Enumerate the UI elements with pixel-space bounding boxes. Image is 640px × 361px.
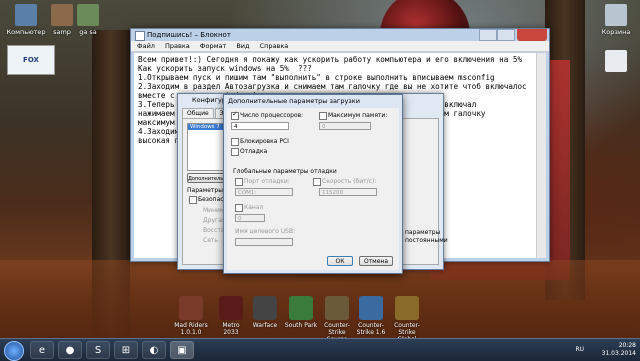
persistent-label-2: постоянными <box>405 237 448 244</box>
text-line: 1.Открываем пуск и пишим там "выполнить"… <box>138 73 495 82</box>
computer-icon <box>15 4 37 26</box>
taskbar-chrome[interactable]: ● <box>58 341 82 359</box>
global-debug-label: Глобальные параметры отладки <box>233 168 337 175</box>
notepad-menubar: Файл Правка Формат Вид Справка <box>131 41 549 52</box>
usb-target-input[interactable] <box>235 238 293 246</box>
dialog-title[interactable]: Дополнительные параметры загрузки <box>224 95 402 107</box>
baud-rate-checkbox[interactable]: Скорость (бит/с): <box>313 178 376 186</box>
cancel-button[interactable]: Отмена <box>359 256 393 266</box>
max-memory-checkbox[interactable]: Максимум памяти: <box>319 112 387 120</box>
cs-source-icon <box>325 296 349 320</box>
desktop-icon-label: ga sa <box>79 28 97 36</box>
max-memory-input[interactable]: 0 <box>319 122 371 130</box>
menu-help[interactable]: Справка <box>260 42 289 50</box>
dock-cs-source[interactable]: Counter-Strike Source <box>320 296 354 343</box>
advanced-boot-dialog[interactable]: Дополнительные параметры загрузки Число … <box>223 94 403 274</box>
dock-label: Counter-Strike 1.6 <box>356 322 386 336</box>
taskbar-skype[interactable]: S <box>86 341 110 359</box>
taskbar-msconfig[interactable]: ▣ <box>170 341 194 359</box>
channel-input[interactable]: 0 <box>235 214 265 222</box>
notepad-scrollbar[interactable] <box>536 53 546 258</box>
notepad-title: Подпишись! – Блокнот <box>147 31 231 39</box>
menu-view[interactable]: Вид <box>236 42 249 50</box>
taskbar-ie[interactable]: e <box>30 341 54 359</box>
dock-label: South Park <box>284 322 318 329</box>
dock-mad-riders[interactable]: Mad Riders 1.0.1.0 <box>174 296 208 336</box>
clock-date[interactable]: 31.03.2014 <box>602 350 636 358</box>
system-tray: RU 20:28 31.03.2014 <box>575 342 636 358</box>
num-processors-checkbox[interactable]: Число процессоров: <box>231 110 303 120</box>
menu-file[interactable]: Файл <box>137 42 155 50</box>
recycle-bin-icon <box>605 4 627 26</box>
dock-cs-16[interactable]: Counter-Strike 1.6 <box>354 296 388 336</box>
start-button[interactable] <box>4 341 24 361</box>
warface-icon <box>253 296 277 320</box>
baud-rate-select[interactable]: 115200 <box>319 188 377 196</box>
minimize-button[interactable] <box>479 29 497 41</box>
dialog-body: Число процессоров: 4 Максимум памяти: 0 … <box>227 108 399 270</box>
dock-label: Mad Riders 1.0.1.0 <box>174 322 208 336</box>
debug-port-select[interactable]: COM1: <box>235 188 293 196</box>
dock-label: Warface <box>252 322 278 329</box>
fox-logo: FOX <box>7 45 55 75</box>
ok-button[interactable]: ОК <box>327 256 353 266</box>
desktop-icon-label: Корзина <box>601 28 631 36</box>
notepad-titlebar[interactable]: Подпишись! – Блокнот <box>131 29 549 41</box>
taskbar-explorer[interactable]: ⊞ <box>114 341 138 359</box>
channel-checkbox[interactable]: Канал <box>235 204 263 212</box>
language-indicator[interactable]: RU <box>575 346 584 354</box>
dock-warface[interactable]: Warface <box>248 296 282 329</box>
debug-checkbox[interactable]: Отладка <box>231 148 267 156</box>
cs-16-icon <box>359 296 383 320</box>
text-line: Всем привет!:) Сегодня я покажу как уско… <box>138 55 523 64</box>
clock-time[interactable]: 20:28 <box>602 342 636 350</box>
metro-icon <box>219 296 243 320</box>
notepad-app-icon <box>135 31 145 41</box>
radio-network[interactable]: Сеть <box>203 237 218 244</box>
dock-south-park[interactable]: South Park <box>284 296 318 329</box>
num-processors-select[interactable]: 4 <box>231 122 289 130</box>
desktop-icon-gasa[interactable]: ga sa <box>64 4 112 36</box>
dock-label: Metro 2033 <box>222 322 240 336</box>
close-button[interactable] <box>517 29 547 41</box>
south-park-icon <box>289 296 313 320</box>
menu-format[interactable]: Формат <box>200 42 226 50</box>
cs-go-icon <box>395 296 419 320</box>
text-line: 2.Заходим в раздел Автозагрузка и снимае… <box>138 82 527 91</box>
debug-port-checkbox[interactable]: Порт отладки: <box>235 178 290 186</box>
dock-metro-2033[interactable]: Metro 2033 <box>214 296 248 336</box>
text-line: Как ускорить запуск windows на 5% ??? <box>138 64 312 73</box>
gasa-icon <box>77 4 99 26</box>
maximize-button[interactable] <box>497 29 515 41</box>
persistent-label-1: параметры <box>405 229 441 236</box>
taskbar-media[interactable]: ◐ <box>142 341 166 359</box>
mad-riders-icon <box>179 296 203 320</box>
taskbar: e ● S ⊞ ◐ ▣ RU 20:28 31.03.2014 <box>0 338 640 361</box>
document-icon <box>605 50 627 72</box>
desktop-icon-recycle-bin[interactable]: Корзина <box>592 4 640 36</box>
usb-target-label: Имя целевого USB: <box>235 228 296 235</box>
menu-edit[interactable]: Правка <box>165 42 190 50</box>
pci-lock-checkbox[interactable]: Блокировка PCI <box>231 138 289 146</box>
desktop-icon-document[interactable] <box>592 50 640 74</box>
